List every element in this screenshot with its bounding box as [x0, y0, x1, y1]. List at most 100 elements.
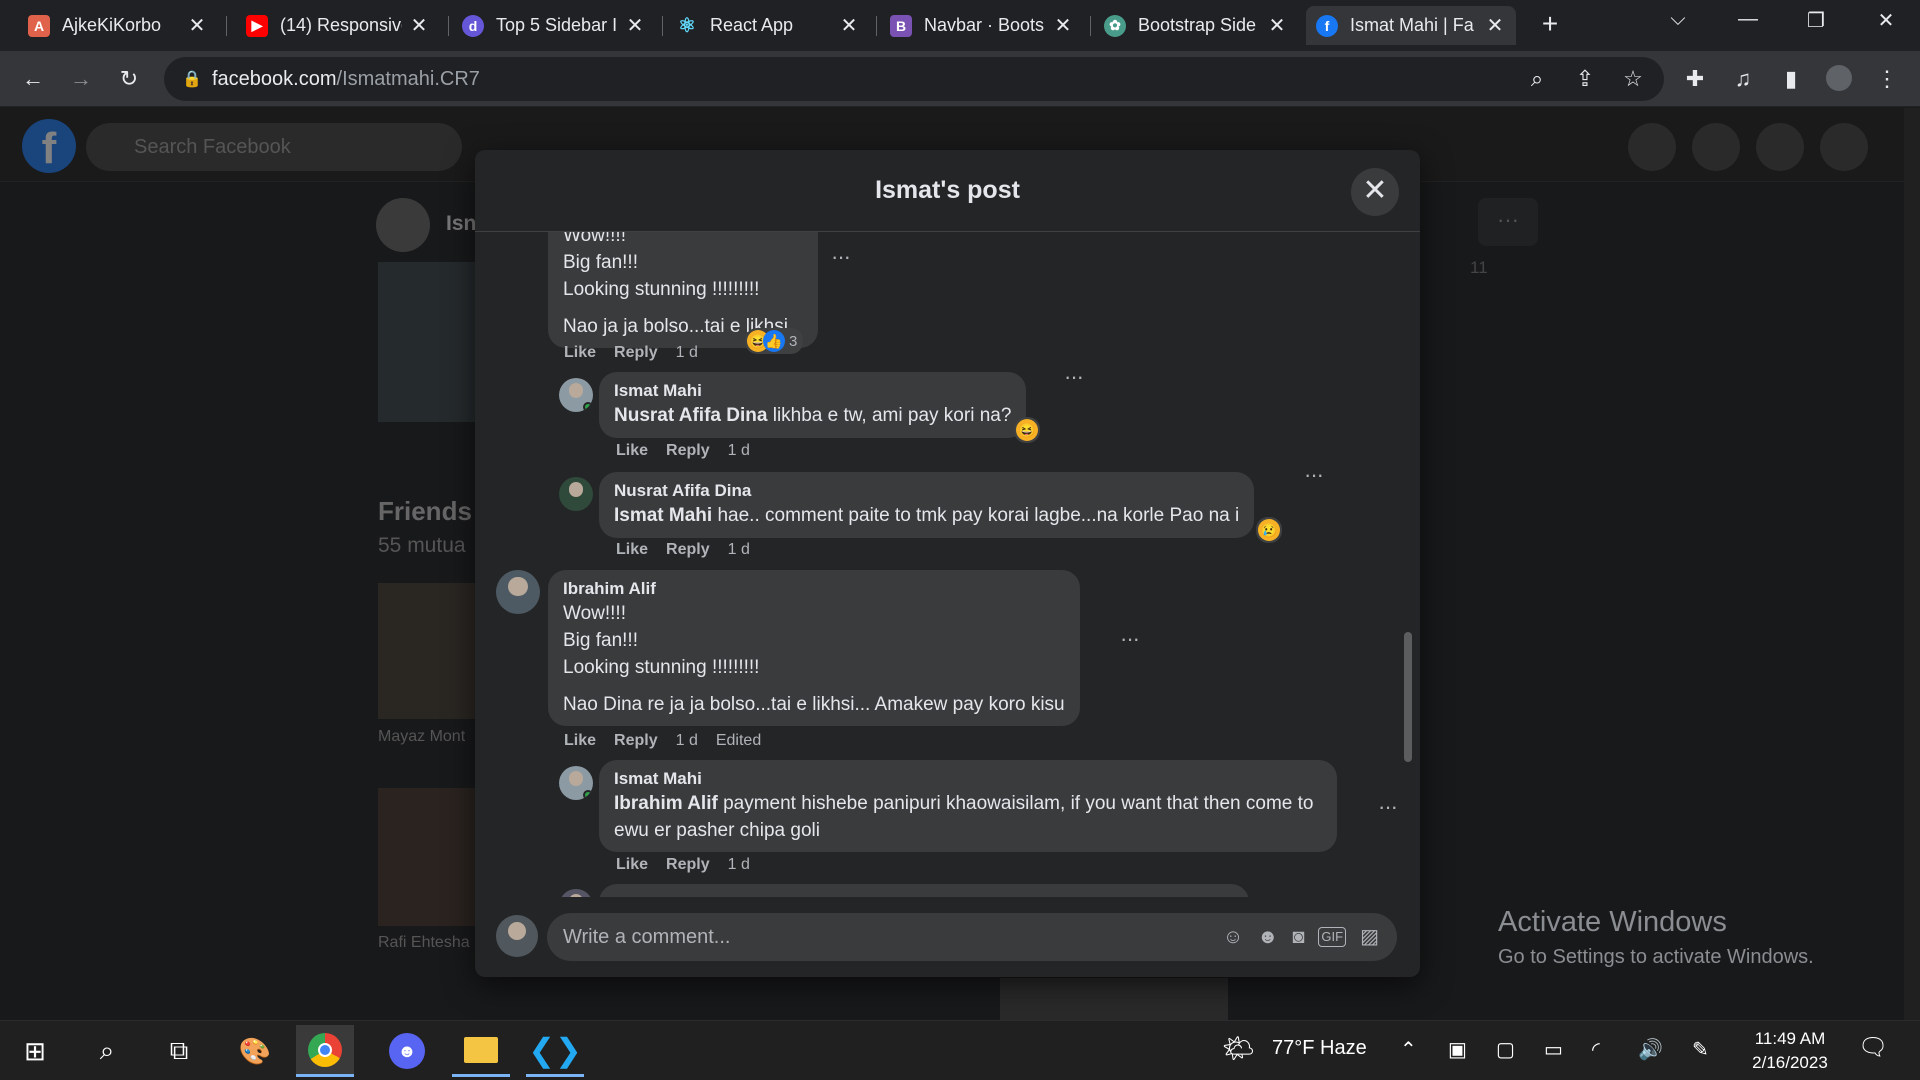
comment-options-icon[interactable]: ···: [1120, 626, 1140, 652]
discord-app-icon[interactable]: ☻: [378, 1025, 436, 1077]
page-scrollbar[interactable]: [1904, 108, 1920, 1020]
share-icon[interactable]: ⇪: [1570, 65, 1600, 93]
tab-youtube[interactable]: ▶ (14) Responsive ✕: [236, 6, 440, 45]
tab-navbar-bootstrap[interactable]: B Navbar · Boots ✕: [880, 6, 1084, 45]
comment-options-icon[interactable]: ···: [1064, 364, 1084, 390]
avatar[interactable]: [559, 378, 593, 412]
tab-react-app[interactable]: ⚛ React App ✕: [666, 6, 870, 45]
account-avatar[interactable]: [1820, 123, 1868, 171]
facebook-logo-icon[interactable]: f: [22, 119, 76, 173]
comment-author[interactable]: Ismat Mahi: [614, 768, 1322, 790]
avatar[interactable]: [559, 477, 593, 511]
task-view-icon[interactable]: ⧉: [150, 1025, 208, 1077]
comment-options-icon[interactable]: ···: [1378, 794, 1398, 820]
reaction-summary[interactable]: 😢: [1256, 517, 1282, 543]
like-link[interactable]: Like: [616, 856, 648, 873]
gif-icon[interactable]: GIF: [1318, 927, 1347, 947]
address-bar[interactable]: 🔒 facebook.com/Ismatmahi.CR7: [164, 57, 1664, 101]
comment-author[interactable]: Ibrahim Alif: [563, 578, 1065, 600]
comment-time[interactable]: 1 d: [728, 856, 750, 873]
reload-button[interactable]: ↻: [114, 65, 144, 93]
chrome-app-icon[interactable]: [296, 1025, 354, 1077]
start-button[interactable]: ⊞: [6, 1025, 64, 1077]
reply-link[interactable]: Reply: [614, 344, 658, 361]
paint-app-icon[interactable]: 🎨: [226, 1025, 284, 1077]
comment-input[interactable]: Write a comment... ☺ ☻ ◙ GIF ▨: [547, 913, 1397, 961]
battery-icon[interactable]: ▭: [1544, 1037, 1563, 1062]
like-link[interactable]: Like: [564, 732, 596, 749]
tab-search-icon[interactable]: ⌵: [1658, 8, 1698, 31]
minimize-button[interactable]: —: [1728, 8, 1768, 31]
pen-icon[interactable]: ✎: [1692, 1037, 1709, 1062]
profile-avatar[interactable]: [1824, 65, 1854, 93]
comment-time[interactable]: 1 d: [728, 442, 750, 459]
avatar[interactable]: [496, 915, 538, 957]
extensions-icon[interactable]: ✚: [1680, 65, 1710, 93]
volume-icon[interactable]: 🔊: [1638, 1037, 1663, 1062]
clock[interactable]: 11:49 AM 2/16/2023: [1740, 1027, 1840, 1075]
close-modal-button[interactable]: ✕: [1351, 168, 1399, 216]
side-panel-icon[interactable]: ▮: [1776, 65, 1806, 93]
comment-author[interactable]: Nusrat Afifa Dina: [614, 480, 1239, 502]
close-tab-icon[interactable]: ✕: [1266, 13, 1288, 38]
comment-author[interactable]: Ismat Mahi: [614, 380, 1011, 402]
reply-link[interactable]: Reply: [666, 442, 710, 459]
restore-button[interactable]: ❐: [1796, 8, 1836, 33]
comments-list[interactable]: Wow!!!! Big fan!!! Looking stunning !!!!…: [475, 232, 1420, 897]
reply-link[interactable]: Reply: [666, 541, 710, 558]
edited-label[interactable]: Edited: [716, 732, 761, 749]
reply-link[interactable]: Reply: [666, 856, 710, 873]
mention-link[interactable]: Ismat Mahi: [614, 505, 712, 526]
vscode-app-icon[interactable]: ❮❯: [526, 1025, 584, 1077]
reaction-summary[interactable]: 😆 👍 3: [745, 328, 804, 354]
tab-ajkekikorbo[interactable]: A AjkeKiKorbo ✕: [18, 6, 218, 45]
like-link[interactable]: Like: [564, 344, 596, 361]
file-explorer-icon[interactable]: [452, 1025, 510, 1077]
wifi-icon[interactable]: ◜: [1592, 1037, 1600, 1062]
emoji-icon[interactable]: ☻: [1257, 913, 1278, 961]
back-button[interactable]: ←: [18, 65, 48, 93]
reaction-summary[interactable]: 😆: [1014, 417, 1040, 443]
comment-time[interactable]: 1 d: [676, 344, 698, 361]
avatar[interactable]: [496, 570, 540, 614]
comment-options-icon[interactable]: ···: [1304, 462, 1324, 488]
new-tab-button[interactable]: +: [1536, 10, 1564, 38]
browser-menu-icon[interactable]: ⋮: [1872, 65, 1902, 93]
like-link[interactable]: Like: [616, 541, 648, 558]
reply-link[interactable]: Reply: [614, 732, 658, 749]
avatar[interactable]: [559, 889, 593, 897]
close-window-button[interactable]: ✕: [1866, 8, 1906, 33]
menu-icon[interactable]: [1628, 123, 1676, 171]
sticker-icon[interactable]: ▨: [1360, 913, 1379, 961]
close-tab-icon[interactable]: ✕: [1484, 13, 1506, 38]
search-icon[interactable]: ⌕: [78, 1025, 136, 1077]
display-icon[interactable]: ▢: [1496, 1037, 1515, 1062]
mention-link[interactable]: Nusrat Afifa Dina: [614, 405, 767, 426]
tab-facebook[interactable]: f Ismat Mahi | Fa ✕: [1306, 6, 1516, 45]
comment-time[interactable]: 1 d: [676, 732, 698, 749]
avatar-sticker-icon[interactable]: ☺: [1223, 913, 1243, 961]
close-tab-icon[interactable]: ✕: [186, 13, 208, 38]
bookmark-star-icon[interactable]: ☆: [1618, 65, 1648, 93]
avatar[interactable]: [559, 766, 593, 800]
zoom-icon[interactable]: ⌕: [1522, 65, 1552, 93]
close-tab-icon[interactable]: ✕: [1052, 13, 1074, 38]
meet-now-icon[interactable]: ▣: [1448, 1037, 1467, 1062]
facebook-search-input[interactable]: Search Facebook: [86, 123, 462, 171]
notifications-icon[interactable]: [1756, 123, 1804, 171]
close-tab-icon[interactable]: ✕: [624, 13, 646, 38]
close-tab-icon[interactable]: ✕: [838, 13, 860, 38]
tab-bootstrap-sidebar[interactable]: ✿ Bootstrap Side ✕: [1094, 6, 1298, 45]
forward-button[interactable]: →: [66, 65, 96, 93]
messenger-icon[interactable]: [1692, 123, 1740, 171]
close-tab-icon[interactable]: ✕: [408, 13, 430, 38]
show-hidden-icons[interactable]: ⌃: [1400, 1037, 1417, 1062]
modal-scrollbar[interactable]: [1404, 632, 1412, 762]
camera-icon[interactable]: ◙: [1292, 913, 1304, 961]
weather-text[interactable]: 77°F Haze: [1272, 1037, 1367, 1060]
media-control-icon[interactable]: ♫: [1728, 65, 1758, 93]
notification-center-icon[interactable]: 🗨: [1858, 1033, 1888, 1062]
tab-top5-sidebar[interactable]: d Top 5 Sidebar I ✕: [452, 6, 656, 45]
mention-link[interactable]: Ibrahim Alif: [614, 793, 718, 814]
weather-icon[interactable]: 🌤: [1222, 1033, 1255, 1064]
